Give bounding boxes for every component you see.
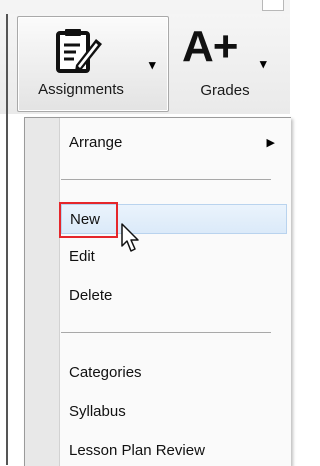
menu-item-label: Delete: [69, 287, 113, 304]
menu-item-label: Syllabus: [69, 403, 126, 420]
submenu-arrow-icon: ▶: [266, 137, 275, 149]
grades-label: Grades: [200, 82, 250, 99]
chevron-down-icon[interactable]: ▾: [149, 57, 156, 73]
highlight-box: [59, 202, 118, 238]
clipboard-edit-icon: [56, 29, 102, 73]
menu-separator: [61, 179, 271, 180]
menu-separator: [61, 332, 271, 333]
window-top-strip: [0, 0, 290, 15]
assignments-dropdown-menu: Arrange ▶ New Edit Delete Categories Syl…: [24, 117, 291, 466]
assignments-button[interactable]: ▾ Assignments: [17, 16, 169, 112]
menu-item-categories[interactable]: Categories: [60, 358, 287, 388]
mouse-pointer-icon: [121, 223, 139, 252]
left-edge-bar: [6, 14, 8, 465]
menu-item-edit[interactable]: Edit: [60, 242, 287, 272]
menu-item-lesson-plan-review[interactable]: Lesson Plan Review: [60, 436, 287, 466]
chevron-down-icon[interactable]: ▾: [260, 56, 267, 72]
menu-item-arrange[interactable]: Arrange ▶: [60, 128, 287, 158]
grades-button[interactable]: A+ ▾ Grades: [172, 16, 278, 112]
menu-item-delete[interactable]: Delete: [60, 281, 287, 311]
menu-item-label: Lesson Plan Review: [69, 442, 205, 459]
menu-item-syllabus[interactable]: Syllabus: [60, 397, 287, 427]
menu-gutter: [25, 118, 60, 466]
menu-item-label: Edit: [69, 248, 95, 265]
menu-item-label: Categories: [69, 364, 142, 381]
menu-item-label: Arrange: [69, 134, 123, 151]
grades-icon: A+: [182, 22, 238, 71]
assignments-label: Assignments: [38, 81, 124, 98]
window-control[interactable]: [262, 0, 284, 11]
